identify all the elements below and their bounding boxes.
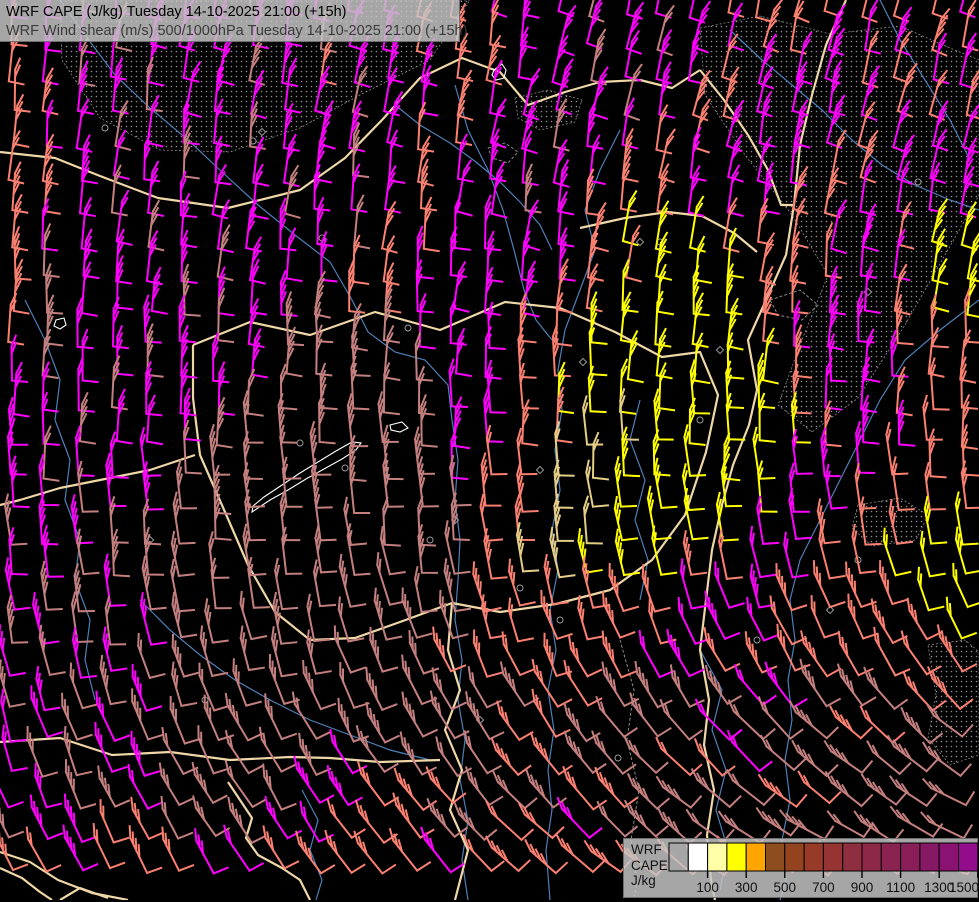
- legend-color-box: [938, 842, 959, 872]
- legend-color-box: [880, 842, 901, 872]
- legend-tick-label: 100: [696, 880, 719, 895]
- cape-legend: WRF CAPE J/kg 100 300 500 700 900 1100 1300 150…: [623, 838, 979, 898]
- legend-tick-label: 300: [735, 880, 758, 895]
- legend-label: WRF CAPE J/kg: [624, 839, 668, 897]
- legend-color-box: [899, 842, 921, 872]
- legend-color-box: [957, 842, 979, 872]
- legend-label-variable: CAPE: [631, 857, 668, 873]
- map-canvas: [0, 0, 979, 900]
- legend-color-box: [764, 842, 786, 872]
- legend-tick-label: 700: [812, 880, 835, 895]
- title-cape: WRF CAPE (J/kg) Tuesday 14-10-2025 21:00…: [6, 4, 347, 20]
- title-box: WRF CAPE (J/kg) Tuesday 14-10-2025 21:00…: [0, 0, 468, 42]
- legend-scale-svg: 100 300 500 700 900 1100 13001500: [668, 842, 979, 895]
- legend-color-box: [687, 842, 708, 872]
- legend-color-scale: 100 300 500 700 900 1100 1300 1500: [668, 839, 979, 897]
- legend-color-box: [861, 842, 882, 872]
- legend-label-model: WRF: [631, 842, 662, 857]
- legend-label-unit: J/kg: [631, 873, 656, 888]
- legend-color-box: [726, 842, 747, 872]
- legend-color-box: [706, 842, 728, 872]
- legend-color-box: [745, 842, 766, 872]
- legend-color-box: [841, 842, 863, 872]
- legend-tick-label: 1500: [949, 880, 979, 895]
- legend-color-box: [784, 842, 805, 872]
- weather-map: WRF CAPE (J/kg) Tuesday 14-10-2025 21:00…: [0, 0, 979, 900]
- legend-tick-label: 500: [773, 880, 796, 895]
- legend-tick-label: 900: [851, 880, 874, 895]
- legend-color-box: [668, 842, 689, 872]
- legend-tick-label: 1100: [886, 880, 915, 895]
- legend-color-box: [919, 842, 940, 872]
- legend-color-box: [822, 842, 843, 872]
- title-wind-shear: WRF Wind shear (m/s) 500/1000hPa Tuesday…: [6, 23, 468, 39]
- legend-color-box: [803, 842, 824, 872]
